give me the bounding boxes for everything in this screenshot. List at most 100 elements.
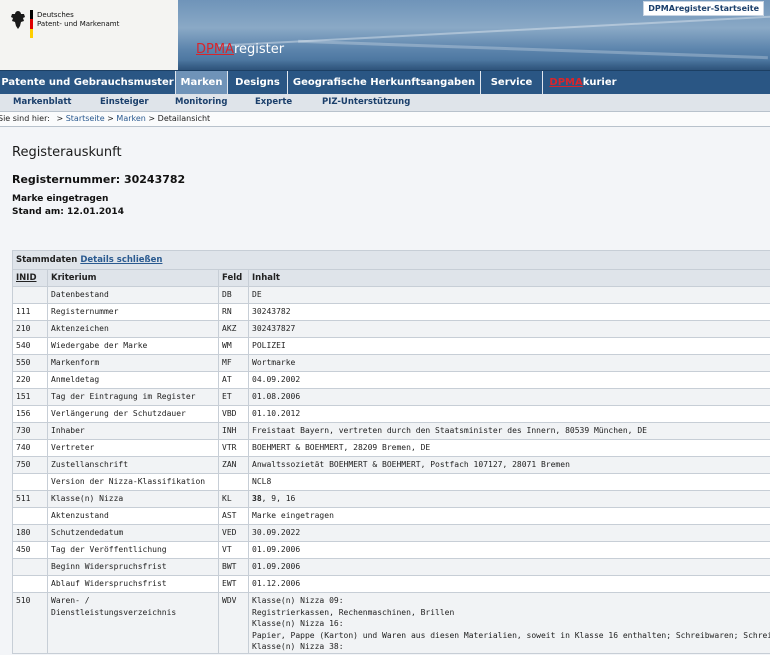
cell-kriterium: Beginn Widerspruchsfrist bbox=[47, 558, 219, 576]
german-flag-icon bbox=[30, 10, 33, 38]
cell-kriterium: Vertreter bbox=[47, 439, 219, 457]
table-row-wdv: 510 Waren- / Dienstleistungsverzeichnis WD… bbox=[12, 592, 770, 654]
subnav-experte[interactable]: Experte bbox=[255, 94, 292, 111]
nav-patente[interactable]: Patente und Gebrauchsmuster bbox=[0, 71, 176, 95]
startseite-link[interactable]: DPMAregister-Startseite bbox=[643, 1, 764, 16]
dpma-logo[interactable]: Deutsches Patent- und Markenamt bbox=[0, 0, 178, 70]
cell-feld: VED bbox=[218, 524, 249, 542]
cell-inhalt: Wortmarke bbox=[247, 354, 770, 372]
cell-feld: KL bbox=[218, 490, 249, 508]
cell-kriterium: Registernummer bbox=[47, 303, 219, 321]
subnav-einsteiger[interactable]: Einsteiger bbox=[100, 94, 149, 111]
cell-inid: 740 bbox=[12, 439, 48, 457]
table-row: 220 Anmeldetag AT 04.09.2002 bbox=[12, 371, 770, 389]
breadcrumb-marken[interactable]: Marken bbox=[116, 114, 145, 123]
subnav-piz-unterstuetzung[interactable]: PIZ-Unterstützung bbox=[322, 94, 410, 111]
cell-kriterium: Ablauf Widerspruchsfrist bbox=[47, 575, 219, 593]
nav-service[interactable]: Service bbox=[481, 71, 543, 95]
cell-inhalt: NCL8 bbox=[247, 473, 770, 491]
kurier-prefix: DPMA bbox=[549, 77, 583, 88]
table-row: 450 Tag der Veröffentlichung VT 01.09.2006 bbox=[12, 541, 770, 559]
cell-inid: 210 bbox=[12, 320, 48, 338]
table-row: 730 Inhaber INH Freistaat Bayern, vertreten… bbox=[12, 422, 770, 440]
header-kriterium: Kriterium bbox=[47, 269, 219, 287]
header-inid[interactable]: INID bbox=[12, 269, 48, 287]
cell-feld: ET bbox=[218, 388, 249, 406]
cell-inhalt: Anwaltssozietät BOEHMERT & BOEHMERT, Pos… bbox=[247, 456, 770, 474]
cell-kriterium: Aktenzeichen bbox=[47, 320, 219, 338]
main-content: Registerauskunft Registernummer: 3024378… bbox=[0, 127, 770, 655]
table-caption-row: Stammdaten Details schließen bbox=[11, 250, 770, 270]
cell-feld: MF bbox=[218, 354, 249, 372]
table-row: 151 Tag der Eintragung im Register ET 01.08… bbox=[12, 388, 770, 406]
cell-inid: 510 bbox=[12, 592, 48, 654]
brand-prefix: DPMA bbox=[196, 42, 234, 57]
header-feld: Feld bbox=[218, 269, 249, 287]
cell-inid: 220 bbox=[12, 371, 48, 389]
cell-inhalt: 01.09.2006 bbox=[247, 558, 770, 576]
cell-inid: 550 bbox=[12, 354, 48, 372]
nav-geografische-herkunftsangaben[interactable]: Geografische Herkunftsangaben bbox=[288, 71, 481, 95]
breadcrumb-separator: > bbox=[148, 114, 156, 123]
cell-inid: 511 bbox=[12, 490, 48, 508]
nav-dpmakurier[interactable]: DPMAkurier bbox=[543, 71, 623, 95]
cell-inhalt: 01.09.2006 bbox=[247, 541, 770, 559]
subnav-markenblatt[interactable]: Markenblatt bbox=[13, 94, 72, 111]
cell-inhalt: 30243782 bbox=[247, 303, 770, 321]
details-schliessen-link[interactable]: Details schließen bbox=[80, 255, 162, 265]
header: Deutsches Patent- und Markenamt DPMAregi… bbox=[0, 0, 770, 70]
cell-inid bbox=[12, 558, 48, 576]
main-navigation: Patente und Gebrauchsmuster Marken Desig… bbox=[0, 70, 770, 95]
breadcrumb-startseite[interactable]: Startseite bbox=[66, 114, 105, 123]
cell-kriterium: Klasse(n) Nizza bbox=[47, 490, 219, 508]
cell-feld: AT bbox=[218, 371, 249, 389]
breadcrumb-current: Detailansicht bbox=[157, 114, 211, 123]
logo-text: Deutsches Patent- und Markenamt bbox=[37, 11, 119, 29]
cell-kriterium: Schutzendedatum bbox=[47, 524, 219, 542]
wdv-line: Klasse(n) Nizza 09: bbox=[252, 596, 344, 605]
cell-kriterium: Anmeldetag bbox=[47, 371, 219, 389]
dpmaregister-brand[interactable]: DPMAregister bbox=[196, 42, 284, 57]
cell-inid: 111 bbox=[12, 303, 48, 321]
breadcrumb-separator: > bbox=[56, 114, 64, 123]
stammdaten-table: Stammdaten Details schließen INID Kriter… bbox=[11, 250, 770, 654]
stammdaten-label: Stammdaten bbox=[16, 255, 78, 265]
cell-feld bbox=[218, 473, 249, 491]
breadcrumb-prefix: Sie sind hier: bbox=[0, 114, 50, 123]
table-row: Version der Nizza-Klassifikation NCL8 bbox=[12, 473, 770, 491]
cell-kriterium: Waren- / Dienstleistungsverzeichnis bbox=[47, 592, 219, 654]
cell-inhalt: 01.08.2006 bbox=[247, 388, 770, 406]
cell-inid bbox=[12, 575, 48, 593]
wdv-line: Registrierkassen, Rechenmaschinen, Brill… bbox=[252, 607, 455, 617]
subnav-monitoring[interactable]: Monitoring bbox=[175, 94, 227, 111]
cell-inhalt: 30.09.2022 bbox=[247, 524, 770, 542]
nav-designs[interactable]: Designs bbox=[228, 71, 288, 95]
cell-feld: ZAN bbox=[218, 456, 249, 474]
cell-inhalt: 01.12.2006 bbox=[247, 575, 770, 593]
cell-kriterium: Tag der Eintragung im Register bbox=[47, 388, 219, 406]
cell-feld: RN bbox=[218, 303, 249, 321]
wdv-line: Papier, Pappe (Karton) und Waren aus die… bbox=[252, 630, 770, 640]
table-row: 210 Aktenzeichen AKZ 302437827 bbox=[12, 320, 770, 338]
cell-inid bbox=[12, 286, 48, 304]
registernummer-heading: Registernummer: 30243782 bbox=[12, 173, 186, 186]
cell-inhalt: 01.10.2012 bbox=[247, 405, 770, 423]
cell-feld: VTR bbox=[218, 439, 249, 457]
table-caption: Stammdaten Details schließen bbox=[11, 250, 770, 270]
federal-eagle-icon bbox=[11, 11, 25, 29]
nav-marken[interactable]: Marken bbox=[176, 71, 228, 95]
cell-kriterium: Zustellanschrift bbox=[47, 456, 219, 474]
table-row: 180 Schutzendedatum VED 30.09.2022 bbox=[12, 524, 770, 542]
table-row: Ablauf Widerspruchsfrist EWT 01.12.2006 bbox=[12, 575, 770, 593]
header-inhalt: Inhalt bbox=[247, 269, 770, 287]
cell-feld: AKZ bbox=[218, 320, 249, 338]
table-row: 111 Registernummer RN 30243782 bbox=[12, 303, 770, 321]
cell-kriterium: Verlängerung der Schutzdauer bbox=[47, 405, 219, 423]
cell-inhalt-rest: , 9, 16 bbox=[261, 494, 296, 503]
table-row: 550 Markenform MF Wortmarke bbox=[12, 354, 770, 372]
cell-kriterium: Inhaber bbox=[47, 422, 219, 440]
table-row: Datenbestand DB DE bbox=[12, 286, 770, 304]
cell-inhalt: 04.09.2002 bbox=[247, 371, 770, 389]
cell-kriterium: Aktenzustand bbox=[47, 507, 219, 525]
cell-inid bbox=[12, 507, 48, 525]
